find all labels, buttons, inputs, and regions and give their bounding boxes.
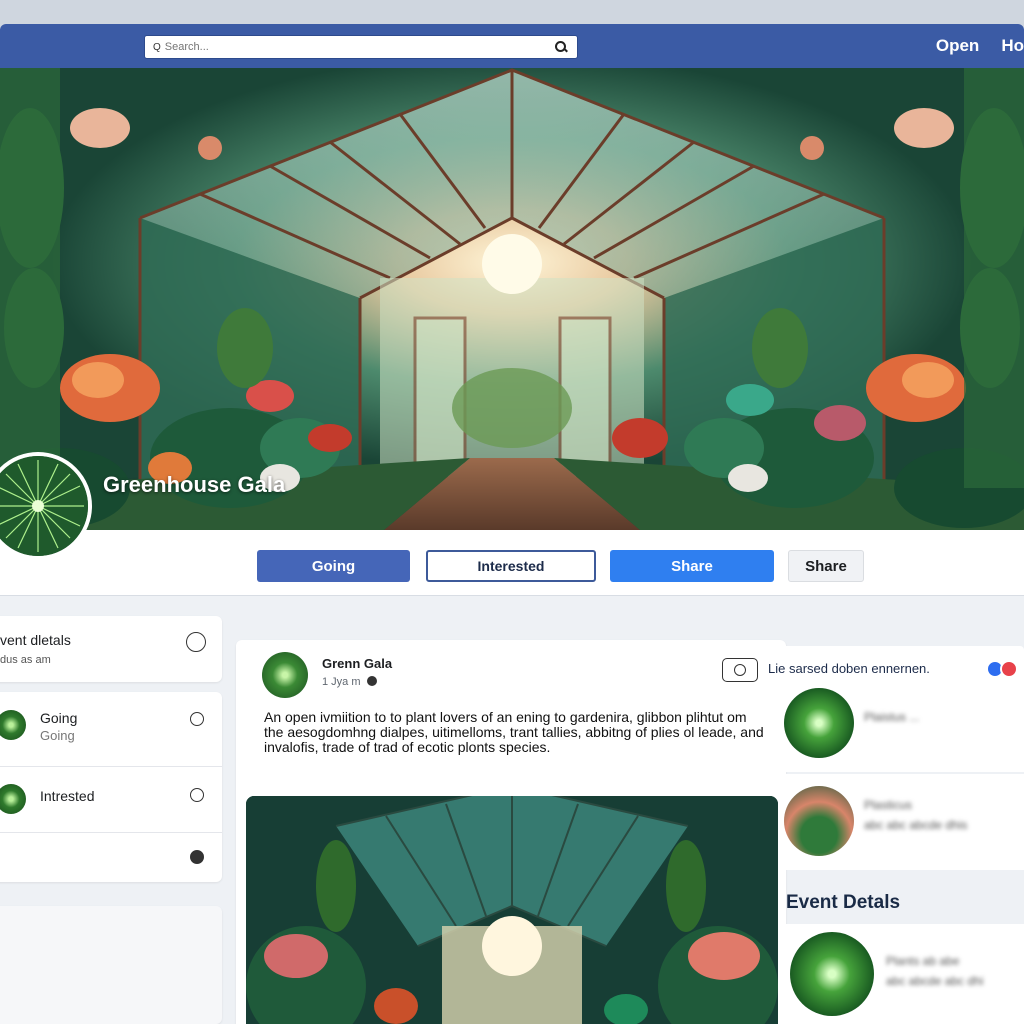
event-details-subtitle: dus as am bbox=[0, 654, 51, 666]
share-button[interactable]: Share bbox=[610, 550, 774, 582]
globe-icon bbox=[366, 676, 377, 686]
suggested-event-card[interactable]: Plants ab abe abc abcde abc dhi bbox=[778, 924, 1024, 1024]
notification-text: Lie sarsed doben ennernen. bbox=[768, 661, 930, 676]
left-empty-panel bbox=[0, 906, 222, 1024]
divider bbox=[0, 832, 222, 833]
cover-image bbox=[0, 68, 1024, 530]
camera-icon bbox=[722, 658, 758, 682]
event-action-bar: Going Interested Share Share bbox=[0, 530, 1024, 596]
nav-open-link[interactable]: Open bbox=[936, 36, 979, 56]
suggested-event-title: Plasticus bbox=[864, 798, 913, 812]
avatar[interactable] bbox=[262, 652, 308, 698]
event-details-card: vent dletals dus as am bbox=[0, 616, 222, 682]
suggested-event-title: Plaistus ... bbox=[864, 710, 920, 724]
suggested-event-subtitle: abc abcde abc dhi bbox=[886, 974, 984, 988]
greenhouse-post-illustration bbox=[246, 796, 778, 1024]
list-item-sub: Going bbox=[40, 728, 75, 743]
search-lead-icon: Q bbox=[153, 41, 161, 53]
suggested-event-card[interactable]: Plasticus abc abc abcde dhis bbox=[778, 774, 1024, 870]
share-secondary-button[interactable]: Share bbox=[788, 550, 864, 582]
event-thumbnail bbox=[784, 688, 854, 758]
avatar bbox=[0, 710, 26, 740]
event-details-title: vent dletals bbox=[0, 632, 71, 648]
nav-home-link[interactable]: Ho bbox=[1001, 36, 1024, 56]
event-thumbnail bbox=[784, 786, 854, 856]
top-nav-links: Open Ho bbox=[936, 36, 1024, 56]
search-icon[interactable] bbox=[553, 39, 569, 55]
event-thumbnail bbox=[790, 932, 874, 1016]
edit-icon[interactable] bbox=[186, 632, 206, 652]
post-text: An open ivmiition to to plant lovers of … bbox=[264, 709, 764, 755]
search-input[interactable] bbox=[164, 41, 553, 53]
suggested-event-title: Plants ab abe bbox=[886, 954, 960, 968]
top-navigation-bar: Q Open Ho bbox=[0, 24, 1024, 68]
greenhouse-illustration bbox=[0, 68, 1024, 530]
compass-icon[interactable] bbox=[190, 850, 204, 864]
post-timestamp: 1 Jya m bbox=[322, 676, 377, 688]
list-item-label: Going bbox=[40, 710, 78, 726]
attendance-list: Going Going Intrested bbox=[0, 692, 222, 882]
info-icon[interactable] bbox=[190, 788, 204, 802]
interested-button[interactable]: Interested bbox=[426, 550, 596, 582]
list-item-label: Intrested bbox=[40, 788, 95, 804]
suggested-event-card[interactable]: Plaistus ... bbox=[778, 676, 1024, 772]
post-image[interactable] bbox=[246, 796, 778, 1024]
info-icon[interactable] bbox=[190, 712, 204, 726]
list-item-going[interactable]: Going Going bbox=[0, 706, 212, 756]
event-title: Greenhouse Gala bbox=[103, 472, 286, 497]
post-author-name[interactable]: Grenn Gala bbox=[322, 656, 392, 671]
dandelion-avatar-image bbox=[0, 456, 88, 556]
event-details-heading: Event Detals bbox=[786, 892, 901, 913]
event-post: Grenn Gala 1 Jya m An open ivmiition to … bbox=[236, 640, 786, 1024]
suggested-event-subtitle: abc abc abcde dhis bbox=[864, 818, 968, 832]
going-button[interactable]: Going bbox=[257, 550, 410, 582]
avatar bbox=[0, 784, 26, 814]
post-time-text: 1 Jya m bbox=[322, 676, 361, 688]
divider bbox=[0, 766, 222, 767]
app-frame: Q Open Ho bbox=[0, 24, 1024, 1024]
list-item-interested[interactable]: Intrested bbox=[0, 784, 212, 824]
search-box[interactable]: Q bbox=[144, 35, 578, 59]
